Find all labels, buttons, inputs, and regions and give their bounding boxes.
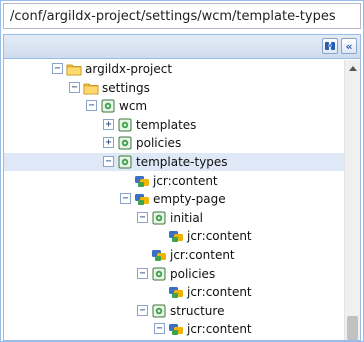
tree-node[interactable]: + policies (4, 134, 344, 152)
tree-node-label: policies (136, 136, 182, 151)
page-icon (100, 98, 116, 114)
page-icon (117, 117, 133, 133)
collapse-toggle[interactable]: − (137, 304, 148, 316)
tree-node-label: policies (170, 266, 216, 281)
tree-node[interactable]: − policies (4, 265, 344, 283)
collapse-toggle[interactable]: − (154, 323, 165, 335)
tree-node[interactable]: jcr:content (4, 246, 344, 264)
path-input[interactable] (4, 4, 360, 28)
tree-node[interactable]: − wcm (4, 97, 344, 115)
collapse-toggle[interactable]: − (69, 81, 80, 93)
tree-node-label: initial (170, 210, 203, 225)
folder-icon (83, 80, 99, 96)
expand-toggle[interactable]: + (103, 118, 114, 130)
collapse-toggle[interactable]: − (103, 156, 114, 167)
tree-node-label: jcr:content (187, 322, 252, 337)
crxde-explorer: « −argildx-project−settings−wcm+template… (0, 0, 364, 342)
node-icon (134, 173, 150, 189)
tree-node[interactable]: − argildx-project (4, 60, 344, 78)
node-icon (151, 247, 167, 263)
folder-icon (66, 61, 82, 77)
scroll-up-arrow[interactable] (349, 66, 357, 71)
tree-node[interactable]: jcr:content (4, 172, 344, 190)
tree-node[interactable]: − empty-page (4, 190, 344, 208)
tree-node-label: jcr:content (187, 229, 252, 244)
scroll-thumb[interactable] (347, 316, 358, 340)
tree-node-label: jcr:content (170, 248, 235, 262)
collapse-toggle[interactable]: − (137, 267, 148, 279)
tree-panel: « − argildx-project − settings − wcm + template… (3, 34, 361, 341)
tree-node-label: template-types (136, 155, 228, 169)
node-icon (168, 321, 184, 337)
expand-toggle[interactable]: + (103, 137, 114, 149)
node-icon (168, 284, 184, 300)
refresh-icon (325, 42, 335, 50)
collapse-toggle[interactable]: − (137, 211, 148, 223)
collapse-toggle[interactable]: − (52, 63, 63, 74)
tree-node[interactable]: − jcr:content (4, 320, 344, 338)
tree-node-label: structure (170, 303, 225, 318)
refresh-button[interactable] (322, 38, 338, 54)
tree-node-label: empty-page (153, 192, 226, 207)
page-icon (151, 303, 167, 319)
tree-node[interactable]: jcr:content (4, 283, 344, 301)
collapse-button[interactable]: « (341, 38, 357, 54)
tree-node-label: wcm (119, 99, 148, 114)
tree-node-label: jcr:content (153, 173, 218, 188)
page-icon (151, 266, 167, 282)
tree-node-label: argildx-project (85, 62, 173, 76)
collapse-toggle[interactable]: − (120, 193, 131, 205)
path-bar[interactable] (3, 3, 361, 29)
tree-node[interactable]: root (4, 339, 344, 340)
node-icon (134, 191, 150, 207)
tree-node-label: templates (136, 117, 197, 132)
collapse-toggle[interactable]: − (86, 100, 97, 112)
node-icon (168, 228, 184, 244)
tree-toolbar: « (4, 35, 360, 59)
tree-node-label: jcr:content (187, 285, 252, 300)
collapse-icon: « (345, 39, 353, 53)
tree-node[interactable]: jcr:content (4, 227, 344, 245)
tree-node[interactable]: − settings (4, 79, 344, 97)
tree-scrollbar[interactable] (344, 60, 360, 340)
tree-node[interactable]: − initial (4, 209, 344, 227)
content-tree: − argildx-project − settings − wcm + templates +… (4, 60, 344, 340)
tree-node[interactable]: + templates (4, 116, 344, 134)
tree-node[interactable]: − structure (4, 302, 344, 320)
tree-node-label: settings (102, 80, 150, 95)
page-icon (151, 210, 167, 226)
page-icon (117, 154, 133, 170)
page-icon (117, 135, 133, 151)
tree-node[interactable]: − template-types (4, 153, 344, 171)
